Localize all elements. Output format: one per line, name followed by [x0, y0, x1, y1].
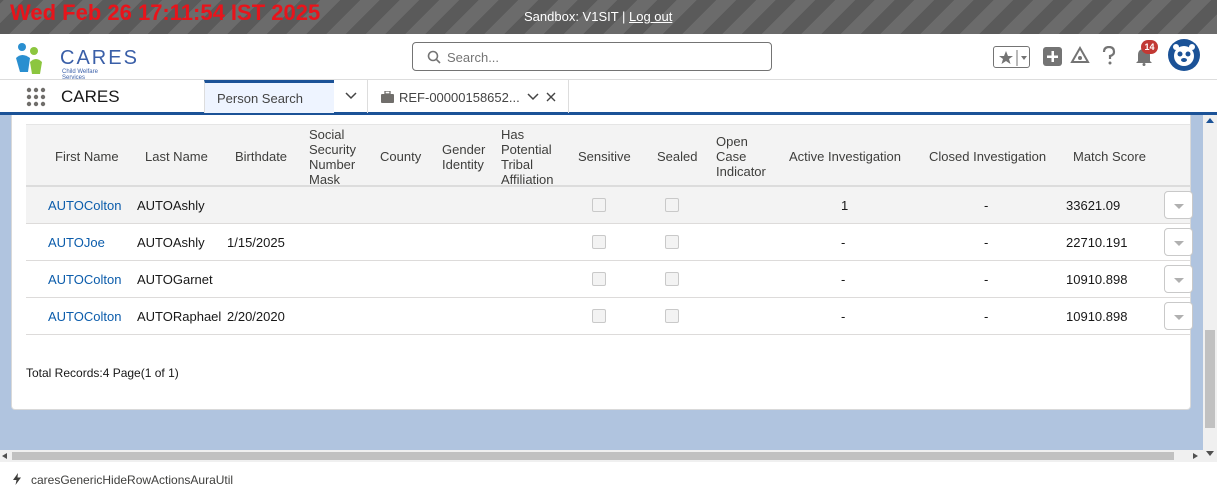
- sandbox-bar: Wed Feb 26 17:11:54 IST 2025 Sandbox: V1…: [0, 0, 1217, 34]
- header-sensitive[interactable]: Sensitive: [578, 149, 631, 164]
- tab-referral[interactable]: REF-00000158652...: [368, 80, 569, 113]
- table-row: AUTOColton AUTOGarnet - - 10910.898: [26, 261, 1193, 298]
- header-gender-identity[interactable]: Gender Identity: [442, 142, 485, 172]
- closed-investigation-cell: -: [984, 272, 989, 287]
- row-action-button[interactable]: [1164, 191, 1193, 219]
- row-action-button[interactable]: [1164, 228, 1193, 256]
- sealed-checkbox: [665, 235, 679, 249]
- table-header: First Name Last Name Birthdate Social Se…: [26, 124, 1190, 187]
- row-action-button[interactable]: [1164, 302, 1193, 330]
- active-investigation-cell: -: [841, 235, 846, 250]
- first-name-link[interactable]: AUTOColton: [48, 272, 121, 287]
- user-avatar-icon: [1173, 44, 1195, 66]
- first-name-link[interactable]: AUTOColton: [48, 198, 121, 213]
- header-last-name[interactable]: Last Name: [145, 149, 208, 164]
- table-row: AUTOColton AUTORaphael 2/20/2020 - - 109…: [26, 298, 1193, 335]
- header-open-case[interactable]: Open Case Indicator: [716, 134, 766, 179]
- sensitive-checkbox: [592, 198, 606, 212]
- briefcase-icon: [381, 91, 394, 103]
- star-icon: [999, 50, 1027, 66]
- active-investigation-cell: 1: [841, 198, 849, 213]
- header-match-score[interactable]: Match Score: [1073, 149, 1146, 164]
- last-name-cell: AUTOAshly: [137, 198, 205, 213]
- match-score-cell: 22710.191: [1066, 235, 1128, 250]
- favorites-button[interactable]: [993, 46, 1030, 68]
- sealed-checkbox: [665, 198, 679, 212]
- last-name-cell: AUTORaphael: [137, 309, 222, 324]
- sensitive-checkbox: [592, 309, 606, 323]
- sensitive-checkbox: [592, 272, 606, 286]
- match-score-cell: 10910.898: [1066, 272, 1128, 287]
- header-active-investigation[interactable]: Active Investigation: [789, 149, 901, 164]
- clock-overlay: Wed Feb 26 17:11:54 IST 2025: [10, 0, 321, 25]
- active-investigation-cell: -: [841, 309, 846, 324]
- header-first-name[interactable]: First Name: [55, 149, 119, 164]
- header-closed-investigation[interactable]: Closed Investigation: [929, 149, 1046, 164]
- trailhead-icon[interactable]: [1070, 46, 1090, 66]
- last-name-cell: AUTOGarnet: [137, 272, 213, 287]
- global-search[interactable]: [412, 42, 772, 71]
- closed-investigation-cell: -: [984, 235, 989, 250]
- table-row: AUTOColton AUTOAshly 1 - 33621.09: [26, 187, 1193, 224]
- chevron-down-icon[interactable]: [527, 92, 539, 102]
- closed-investigation-cell: -: [984, 309, 989, 324]
- sealed-checkbox: [665, 272, 679, 286]
- notification-badge: 14: [1141, 40, 1158, 54]
- header-birthdate[interactable]: Birthdate: [235, 149, 287, 164]
- active-investigation-cell: -: [841, 272, 846, 287]
- logo-text: CARES: [60, 47, 139, 69]
- sealed-checkbox: [665, 309, 679, 323]
- match-score-cell: 10910.898: [1066, 309, 1128, 324]
- scroll-down-icon[interactable]: [1206, 451, 1214, 457]
- header-tribal-affiliation[interactable]: Has Potential Tribal Affiliation: [501, 127, 554, 187]
- add-icon[interactable]: [1043, 47, 1062, 66]
- search-icon: [427, 50, 441, 64]
- lightning-icon: [13, 473, 21, 485]
- header-ssn-mask[interactable]: Social Security Number Mask: [309, 127, 356, 187]
- help-icon[interactable]: [1101, 46, 1117, 66]
- cares-logo[interactable]: CARES Child Welfare Services: [12, 38, 137, 81]
- app-launcher-icon[interactable]: [26, 87, 46, 107]
- avatar[interactable]: [1168, 39, 1200, 71]
- match-score-cell: 33621.09: [1066, 198, 1121, 213]
- closed-investigation-cell: -: [984, 198, 989, 213]
- search-input[interactable]: [447, 47, 757, 67]
- scroll-right-icon[interactable]: [1193, 453, 1198, 459]
- table-row: AUTOJoe AUTOAshly 1/15/2025 - - 22710.19…: [26, 224, 1193, 261]
- utility-bar: caresGenericHideRowActionsAuraUtil: [0, 462, 1217, 499]
- first-name-link[interactable]: AUTOJoe: [48, 235, 105, 250]
- last-name-cell: AUTOAshly: [137, 235, 205, 250]
- header-sealed[interactable]: Sealed: [657, 149, 697, 164]
- cares-logo-icon: [16, 43, 42, 74]
- tab-label: REF-00000158652...: [399, 90, 520, 105]
- first-name-link[interactable]: AUTOColton: [48, 309, 121, 324]
- scroll-left-icon[interactable]: [2, 453, 7, 459]
- row-action-button[interactable]: [1164, 265, 1193, 293]
- sensitive-checkbox: [592, 235, 606, 249]
- tab-label: Person Search: [217, 91, 303, 106]
- scrollbar-corner: [1203, 450, 1217, 462]
- global-header: CARES Child Welfare Services 14: [0, 34, 1217, 81]
- chevron-down-icon: [345, 92, 357, 100]
- app-name: CARES: [61, 87, 120, 106]
- logout-link[interactable]: Log out: [629, 9, 672, 24]
- tab-menu-button[interactable]: [334, 80, 368, 113]
- scroll-up-icon[interactable]: [1206, 117, 1214, 123]
- header-county[interactable]: County: [380, 149, 421, 164]
- total-records-label: Total Records:4 Page(1 of 1): [26, 366, 179, 380]
- sandbox-label: Sandbox: V1SIT |: [524, 9, 626, 24]
- vertical-scrollbar-thumb[interactable]: [1205, 330, 1215, 428]
- birthdate-cell: 2/20/2020: [227, 309, 285, 324]
- utility-item-label[interactable]: caresGenericHideRowActionsAuraUtil: [31, 473, 233, 487]
- birthdate-cell: 1/15/2025: [227, 235, 285, 250]
- tab-person-search[interactable]: Person Search: [204, 80, 334, 113]
- app-nav-bar: CARES Person Search REF-00000158652...: [0, 80, 1217, 115]
- horizontal-scrollbar-thumb[interactable]: [12, 452, 1174, 460]
- close-icon[interactable]: [546, 92, 556, 102]
